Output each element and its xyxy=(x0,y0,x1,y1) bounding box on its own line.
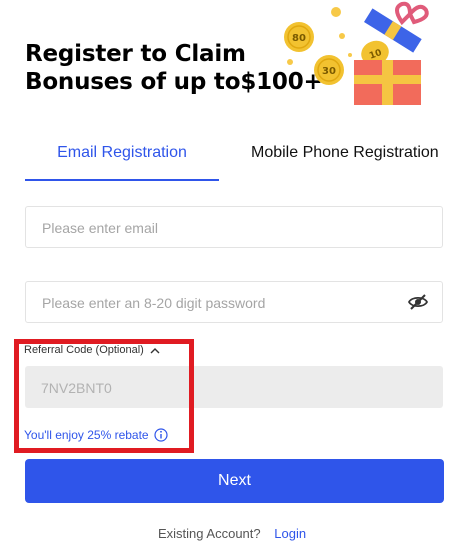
sparkle-dot xyxy=(348,53,352,57)
referral-code-toggle[interactable]: Referral Code (Optional) xyxy=(24,344,160,356)
info-icon[interactable] xyxy=(154,428,168,442)
login-link[interactable]: Login xyxy=(274,526,306,541)
gift-illustration: 80 30 10 xyxy=(284,1,429,105)
sparkle-dot xyxy=(331,7,341,17)
email-input[interactable] xyxy=(40,207,404,249)
eye-slash-icon[interactable] xyxy=(408,293,428,311)
sparkle-dot xyxy=(287,59,293,65)
coin-label: 30 xyxy=(322,66,336,77)
rebate-note: You'll enjoy 25% rebate xyxy=(24,428,168,442)
chevron-up-icon xyxy=(150,347,160,353)
password-input[interactable] xyxy=(40,282,404,324)
rebate-text: You'll enjoy 25% rebate xyxy=(24,428,149,442)
active-tab-indicator xyxy=(25,179,219,181)
email-field xyxy=(25,206,443,249)
registration-tabs: Email Registration Mobile Phone Registra… xyxy=(25,138,472,182)
referral-code-label: Referral Code (Optional) xyxy=(24,344,144,356)
tab-mobile-phone-registration[interactable]: Mobile Phone Registration xyxy=(251,138,472,182)
existing-account-text: Existing Account? xyxy=(158,526,261,541)
coin-label: 80 xyxy=(292,33,306,44)
next-button[interactable]: Next xyxy=(25,459,444,503)
sparkle-dot xyxy=(339,33,345,39)
referral-code-field xyxy=(25,366,443,410)
password-field xyxy=(25,281,443,324)
tab-email-registration[interactable]: Email Registration xyxy=(25,138,219,182)
referral-code-input[interactable] xyxy=(39,366,423,410)
login-prompt: Existing Account? Login xyxy=(158,526,306,541)
